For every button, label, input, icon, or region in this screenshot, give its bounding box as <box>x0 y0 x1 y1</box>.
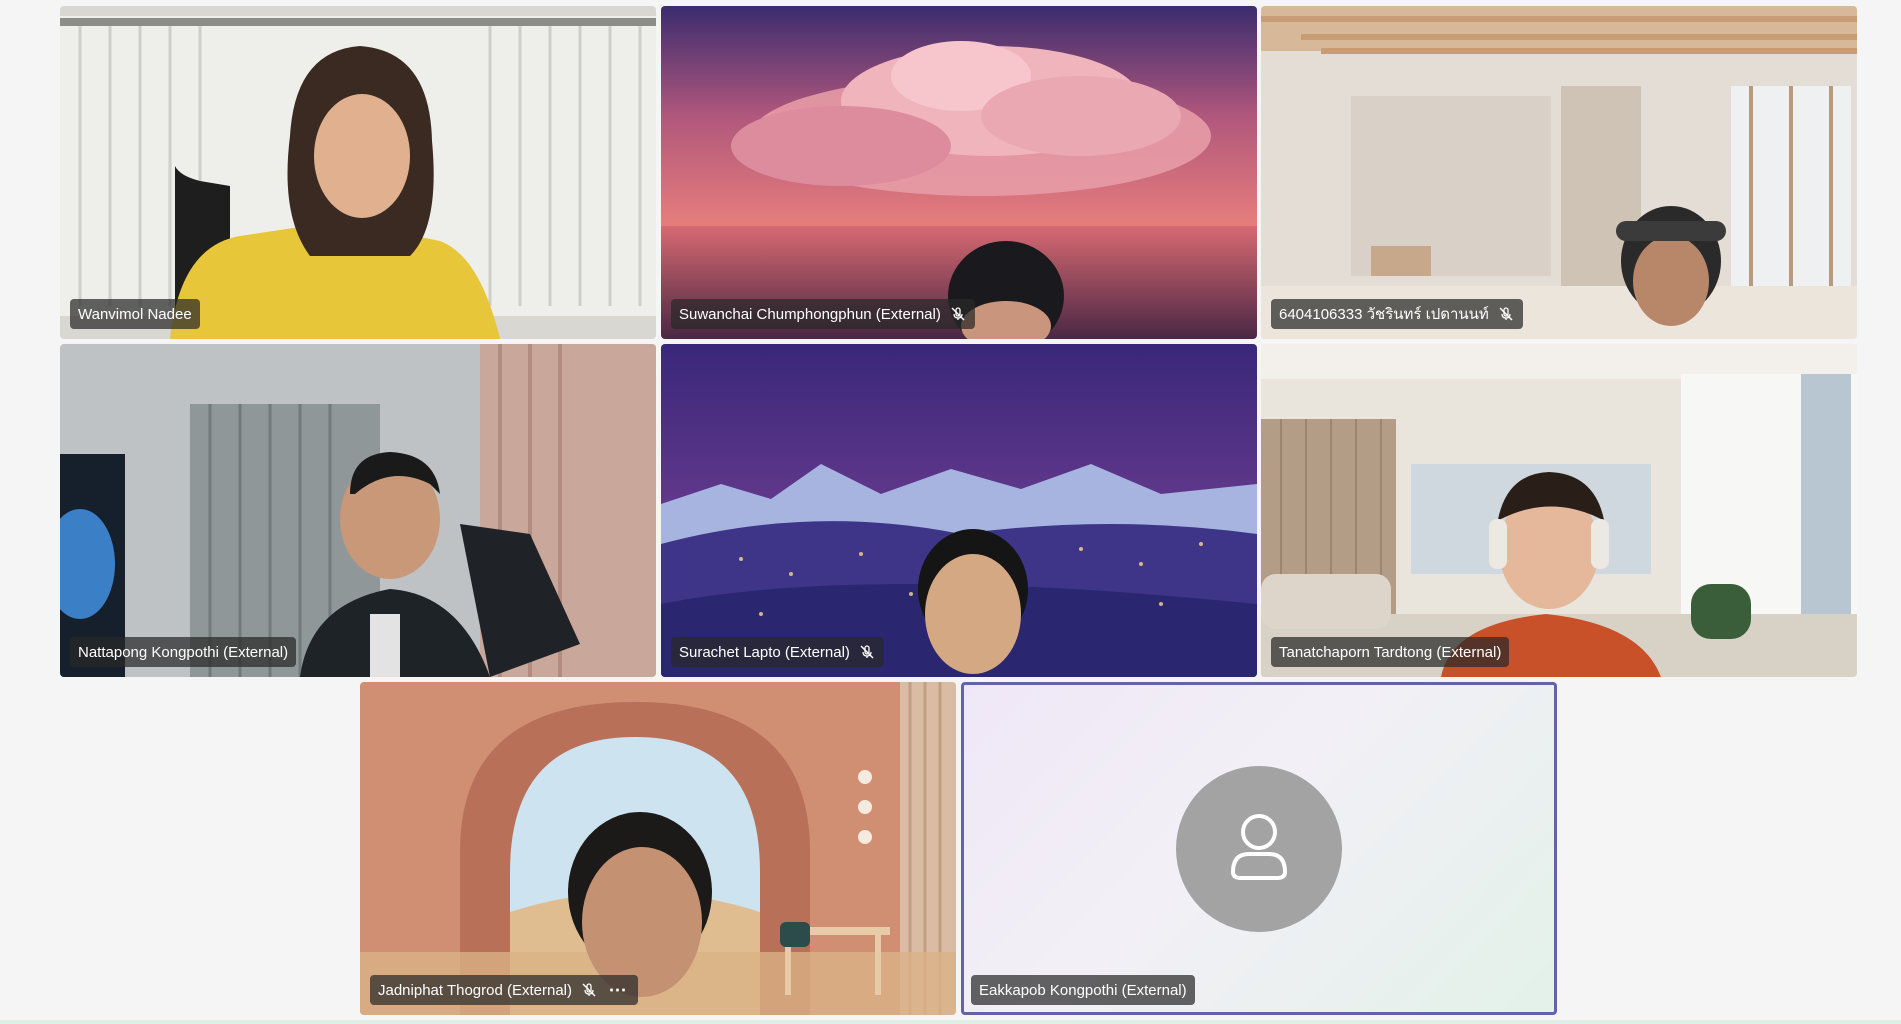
avatar <box>1176 765 1342 932</box>
video-feed <box>661 344 1257 677</box>
participant-name: Wanvimol Nadee <box>78 305 192 323</box>
participant-nameplate: Eakkapob Kongpothi (External) <box>971 975 1195 1005</box>
video-feed <box>1261 6 1857 339</box>
participant-name: Nattapong Kongpothi (External) <box>78 643 289 661</box>
mic-off-icon <box>858 643 876 661</box>
participant-name: Tanatchaporn Tardtong (External) <box>1279 643 1502 661</box>
participant-nameplate: Surachet Lapto (External) <box>671 637 884 667</box>
person-icon <box>1219 806 1299 891</box>
participant-tile[interactable]: Tanatchaporn Tardtong (External) <box>1261 344 1857 677</box>
participant-name: Jadniphat Thogrod (External) <box>378 981 573 999</box>
participant-tile[interactable]: Surachet Lapto (External) <box>661 344 1257 677</box>
participant-tile-active-speaker[interactable]: Eakkapob Kongpothi (External) <box>961 682 1557 1015</box>
video-feed <box>60 344 656 677</box>
participant-name: 6404106333 วัชรินทร์ เปดานนท์ <box>1279 306 1489 323</box>
participant-tile[interactable]: Nattapong Kongpothi (External) <box>60 344 656 677</box>
participant-nameplate: Suwanchai Chumphongphun (External) <box>671 299 975 329</box>
participant-nameplate: 6404106333 วัชรินทร์ เปดานนท์ <box>1271 299 1523 329</box>
video-feed <box>360 682 956 1015</box>
meeting-video-grid: Wanvimol Nadee Suwanchai Chumphongphun (… <box>0 0 1901 1024</box>
participant-tile[interactable]: Suwanchai Chumphongphun (External) <box>661 6 1257 339</box>
participant-tile[interactable]: Wanvimol Nadee <box>60 6 656 339</box>
participant-name: Eakkapob Kongpothi (External) <box>979 981 1187 999</box>
participant-nameplate: Wanvimol Nadee <box>70 299 200 329</box>
participant-tile[interactable]: 6404106333 วัชรินทร์ เปดานนท์ <box>1261 6 1857 339</box>
mic-off-icon <box>949 305 967 323</box>
video-feed <box>60 6 656 339</box>
more-options-icon[interactable]: ⋯ <box>606 980 630 1000</box>
participant-name: Surachet Lapto (External) <box>679 643 850 661</box>
participant-nameplate: Nattapong Kongpothi (External) <box>70 637 297 667</box>
participant-tile[interactable]: Jadniphat Thogrod (External) ⋯ <box>360 682 956 1015</box>
video-feed <box>661 6 1257 339</box>
bottom-edge-bar <box>0 1020 1901 1024</box>
participant-name: Suwanchai Chumphongphun (External) <box>679 305 941 323</box>
participant-nameplate: Jadniphat Thogrod (External) ⋯ <box>370 975 639 1005</box>
video-feed <box>1261 344 1857 677</box>
mic-off-icon <box>1497 305 1515 323</box>
participant-nameplate: Tanatchaporn Tardtong (External) <box>1271 637 1510 667</box>
mic-off-icon <box>580 981 598 999</box>
